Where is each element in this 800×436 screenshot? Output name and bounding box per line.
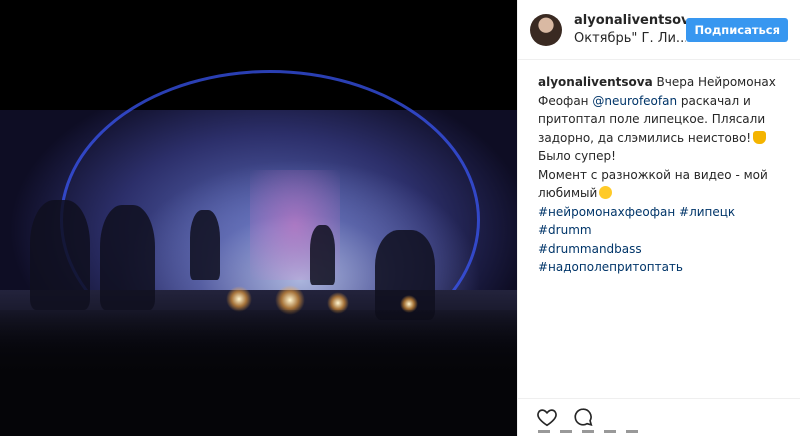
caption-text: Было супер! [538, 149, 616, 163]
hashtag-link[interactable]: #drumm [538, 223, 592, 237]
heart-icon[interactable] [536, 406, 558, 428]
smiling-emoji-icon [599, 186, 613, 199]
crowd-foreground [0, 310, 517, 436]
header-text: alyonaliventsova Октябрь" Г. Ли... [574, 12, 686, 48]
likes-row-partial [538, 430, 658, 436]
avatar[interactable] [530, 13, 562, 46]
hashtag-link[interactable]: #липецк [679, 205, 735, 219]
caption-author[interactable]: alyonaliventsova [538, 75, 653, 89]
hashtag-link[interactable]: #надополепритоптать [538, 260, 683, 274]
crowd-figure [30, 200, 90, 310]
post-video[interactable] [0, 0, 517, 436]
hashtag-link[interactable]: #нейромонахфеофан [538, 205, 675, 219]
instagram-post: alyonaliventsova Октябрь" Г. Ли... Подпи… [0, 0, 800, 436]
hashtag-link[interactable]: #drummandbass [538, 242, 642, 256]
mention-link[interactable]: @neurofeofan [592, 94, 677, 108]
username-link[interactable]: alyonaliventsova [574, 12, 686, 30]
post-caption: alyonaliventsova Вчера Нейромонах Феофан… [518, 60, 800, 277]
crowd-figure [100, 205, 155, 310]
post-header: alyonaliventsova Октябрь" Г. Ли... Подпи… [518, 0, 800, 60]
location-link[interactable]: Октябрь" Г. Ли... [574, 30, 686, 48]
concert-video-frame[interactable] [0, 70, 517, 436]
follow-button[interactable]: Подписаться [686, 17, 788, 42]
comment-icon[interactable] [572, 406, 594, 428]
stage-light [226, 286, 252, 312]
performer-figure [190, 210, 220, 280]
performer-figure [310, 225, 335, 285]
post-sidebar: alyonaliventsova Октябрь" Г. Ли... Подпи… [517, 0, 800, 436]
caption-text: Момент с разножкой на видео - мой любимы… [538, 167, 768, 201]
thumbs-up-emoji-icon [753, 130, 767, 144]
